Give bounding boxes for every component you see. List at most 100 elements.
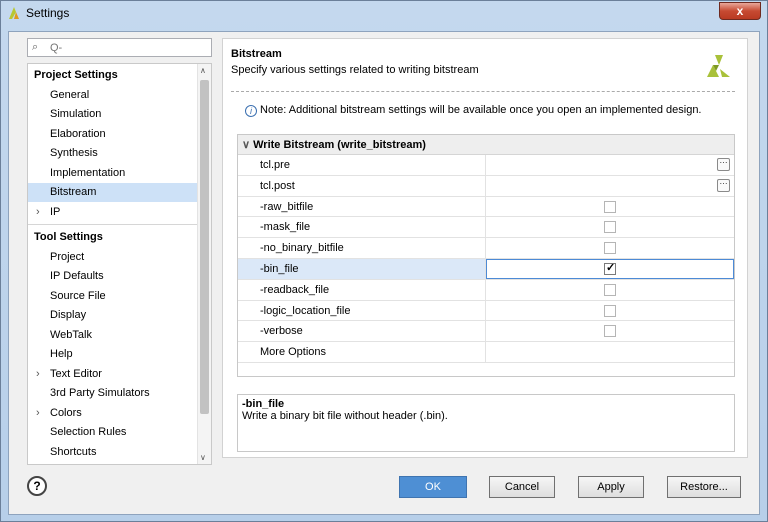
option-value-cell — [486, 217, 734, 237]
tree-item-text-editor[interactable]: › Text Editor — [28, 365, 198, 384]
tree-divider — [28, 224, 198, 225]
option-value-cell — [486, 197, 734, 217]
option-name: -readback_file — [238, 279, 486, 300]
tree-item-ip[interactable]: › IP — [28, 203, 198, 222]
info-note-text: Note: Additional bitstream settings will… — [260, 104, 702, 116]
option-value-cell — [486, 280, 734, 300]
option-value-field[interactable]: ··· — [486, 176, 734, 196]
table-row[interactable]: -bin_file ✓ — [238, 259, 734, 280]
tree-item-implementation[interactable]: Implementation — [28, 164, 198, 183]
title-bar: Settings x — [1, 1, 767, 25]
scrollbar-thumb[interactable] — [200, 80, 209, 414]
settings-tree: Project Settings General Simulation Elab… — [27, 63, 212, 465]
table-row[interactable]: -readback_file — [238, 279, 734, 301]
option-value-field[interactable]: ··· — [486, 155, 734, 175]
tree-item-3rd-party-simulators[interactable]: 3rd Party Simulators — [28, 384, 198, 403]
tree-item-help[interactable]: Help — [28, 345, 198, 364]
option-name: -logic_location_file — [238, 300, 486, 321]
tree-item-colors[interactable]: › Colors — [28, 404, 198, 423]
info-icon: i — [245, 105, 257, 117]
checkmark-icon: ✓ — [606, 262, 616, 274]
tree-item-general[interactable]: General — [28, 86, 198, 105]
apply-button[interactable]: Apply — [578, 476, 644, 498]
option-value-cell — [486, 301, 734, 321]
ok-button[interactable]: OK — [399, 476, 467, 498]
logic-location-file-checkbox[interactable] — [604, 304, 616, 317]
search-input[interactable] — [50, 40, 208, 55]
help-button[interactable]: ? — [27, 476, 47, 496]
restore-button[interactable]: Restore... — [667, 476, 741, 498]
chevron-right-icon[interactable]: › — [36, 365, 40, 384]
table-group-title: Write Bitstream (write_bitstream) — [253, 139, 426, 151]
option-name: -mask_file — [238, 217, 486, 238]
tree-section-tool-settings: Tool Settings — [34, 231, 103, 243]
tree-item-colors-label: Colors — [50, 406, 82, 419]
option-value-cell: ✓ — [486, 259, 734, 279]
tree-item-elaboration[interactable]: Elaboration — [28, 125, 198, 144]
table-row[interactable]: -no_binary_bitfile — [238, 238, 734, 259]
options-table: ∨ Write Bitstream (write_bitstream) tcl.… — [237, 134, 735, 377]
tree-item-display[interactable]: Display — [28, 306, 198, 325]
tree-item-project[interactable]: Project — [28, 248, 198, 267]
tree-item-ip-label: IP — [50, 205, 61, 218]
option-name: -no_binary_bitfile — [238, 238, 486, 258]
tree-item-simulation[interactable]: Simulation — [28, 105, 198, 124]
tree-item-text-editor-label: Text Editor — [50, 367, 102, 380]
no-binary-bitfile-checkbox[interactable] — [604, 242, 616, 255]
raw-bitfile-checkbox[interactable] — [604, 200, 616, 213]
option-name: tcl.pre — [238, 155, 486, 175]
scroll-down-icon[interactable]: ∨ — [200, 453, 206, 462]
description-title: -bin_file — [242, 398, 285, 410]
settings-content-panel: Bitstream Specify various settings relat… — [222, 38, 748, 458]
option-name: More Options — [238, 342, 486, 362]
settings-window: Settings x ⌕ Project Settings General Si… — [0, 0, 768, 522]
option-name: tcl.post — [238, 175, 486, 196]
tree-item-source-file[interactable]: Source File — [28, 287, 198, 306]
vivado-icon — [9, 7, 19, 19]
page-subtitle: Specify various settings related to writ… — [231, 64, 479, 76]
tree-item-shortcuts[interactable]: Shortcuts — [28, 443, 198, 462]
tree-scrollbar[interactable]: ∧ ∨ — [197, 64, 211, 464]
more-options-field[interactable] — [486, 342, 734, 362]
chevron-right-icon[interactable]: › — [36, 404, 40, 423]
table-group-header[interactable]: ∨ Write Bitstream (write_bitstream) — [238, 135, 734, 155]
option-name: -bin_file — [238, 259, 486, 279]
option-name: -verbose — [238, 321, 486, 342]
option-value-cell — [486, 238, 734, 258]
close-button[interactable]: x — [719, 2, 761, 20]
window-title: Settings — [26, 6, 70, 20]
option-description-panel: -bin_file Write a binary bit file withou… — [237, 394, 735, 452]
settings-search[interactable]: ⌕ — [27, 38, 212, 57]
table-row[interactable]: tcl.post ··· — [238, 175, 734, 197]
page-title: Bitstream — [231, 48, 282, 60]
tree-item-synthesis[interactable]: Synthesis — [28, 144, 198, 163]
table-row[interactable]: -mask_file — [238, 217, 734, 239]
readback-file-checkbox[interactable] — [604, 283, 616, 296]
dialog-body: ⌕ Project Settings General Simulation El… — [8, 31, 760, 515]
tree-item-bitstream[interactable]: Bitstream — [28, 183, 198, 202]
option-name: -raw_bitfile — [238, 196, 486, 217]
verbose-checkbox[interactable] — [604, 325, 616, 338]
browse-button[interactable]: ··· — [717, 178, 730, 192]
xilinx-logo-icon — [707, 55, 730, 77]
table-row[interactable]: -raw_bitfile — [238, 196, 734, 218]
scroll-up-icon[interactable]: ∧ — [200, 66, 206, 75]
chevron-down-icon[interactable]: ∨ — [242, 139, 250, 151]
tree-item-ip-defaults[interactable]: IP Defaults — [28, 267, 198, 286]
tree-item-webtalk[interactable]: WebTalk — [28, 326, 198, 345]
search-icon: ⌕ — [32, 41, 39, 53]
table-row[interactable]: More Options — [238, 342, 734, 363]
tree-section-project-settings: Project Settings — [34, 69, 118, 81]
table-row[interactable]: tcl.pre ··· — [238, 155, 734, 176]
table-row[interactable]: -verbose — [238, 321, 734, 343]
option-value-cell — [486, 321, 734, 341]
header-divider — [231, 91, 735, 92]
cancel-button[interactable]: Cancel — [489, 476, 555, 498]
mask-file-checkbox[interactable] — [604, 221, 616, 234]
browse-button[interactable]: ··· — [717, 158, 730, 171]
bin-file-checkbox[interactable]: ✓ — [604, 262, 616, 275]
info-note: i Note: Additional bitstream settings wil… — [245, 104, 702, 117]
chevron-right-icon[interactable]: › — [36, 203, 40, 222]
table-row[interactable]: -logic_location_file — [238, 300, 734, 322]
tree-item-selection-rules[interactable]: Selection Rules — [28, 423, 198, 442]
